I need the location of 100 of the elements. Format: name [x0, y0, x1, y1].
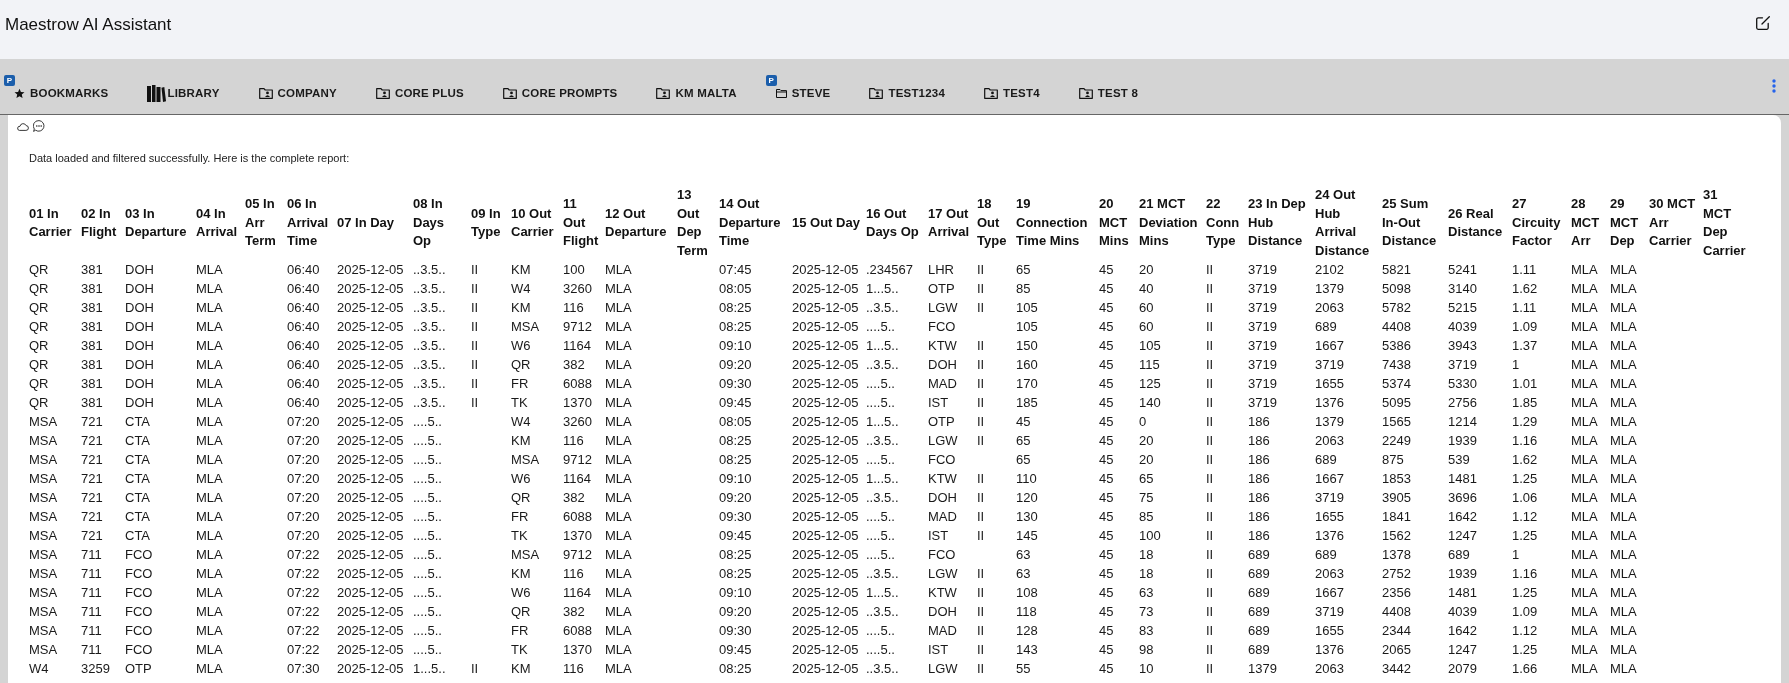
table-cell: 721 [81, 469, 125, 488]
table-cell: 3696 [1448, 488, 1512, 507]
table-cell: 130 [1016, 507, 1099, 526]
table-cell: 08:25 [719, 450, 792, 469]
tab[interactable]: COMPANY [244, 72, 362, 114]
table-cell: 85 [1016, 279, 1099, 298]
table-cell: 5215 [1448, 298, 1512, 317]
table-cell-text: MLA [1571, 546, 1599, 564]
table-cell: 09:10 [719, 583, 792, 602]
table-cell-text: MLA [1571, 660, 1599, 678]
tab[interactable]: P STEVE [761, 72, 856, 114]
table-cell-text: MLA [1610, 527, 1638, 545]
table-cell-text: CTA [125, 451, 152, 469]
table-cell-text: 2025-12-05 [337, 261, 405, 279]
table-cell: II [471, 393, 511, 412]
folder-person-icon [656, 87, 671, 99]
table-cell-text: ....5.. [413, 546, 443, 564]
table-cell-text: 381 [81, 261, 104, 279]
table-cell: 1667 [1315, 469, 1382, 488]
table-cell-text: ..3.5.. [866, 565, 900, 583]
cloud-icon[interactable] [16, 121, 29, 131]
table-cell-text: 1.66 [1512, 660, 1539, 678]
tab[interactable]: CORE PLUS [361, 72, 489, 114]
table-cell-text: MLA [1571, 432, 1599, 450]
table-cell: QR [29, 317, 81, 336]
table-cell: II [977, 602, 1016, 621]
table-cell-text: MLA [1610, 318, 1638, 336]
table-cell: 721 [81, 431, 125, 450]
table-cell: 55 [1016, 659, 1099, 678]
table-cell: 45 [1016, 412, 1099, 431]
table-cell-text: MLA [1610, 508, 1638, 526]
table-cell: 45 [1099, 431, 1139, 450]
tab[interactable]: CORE PROMPTS [488, 72, 643, 114]
table-cell: 06:40 [287, 374, 337, 393]
app-title: Maestrow AI Assistant [5, 14, 172, 36]
table-cell-text: 20 [1139, 432, 1155, 450]
more-icon[interactable] [1772, 79, 1776, 93]
tab[interactable]: TEST4 [970, 72, 1065, 114]
table-cell: 1939 [1448, 431, 1512, 450]
column-header: 13 Out Dep Term [677, 186, 719, 260]
table-cell-text: 2025-12-05 [337, 546, 405, 564]
table-cell: 08:25 [719, 545, 792, 564]
table-cell-text: 140 [1139, 394, 1162, 412]
table-cell: 3719 [1248, 374, 1315, 393]
table-cell: 721 [81, 450, 125, 469]
table-cell: II [977, 298, 1016, 317]
table-cell-text: FCO [125, 622, 154, 640]
edit-icon[interactable] [1755, 16, 1770, 31]
table-cell-text: 711 [81, 546, 103, 564]
table-cell-text: MLA [605, 527, 633, 545]
chat-bubble-icon[interactable] [33, 120, 45, 132]
table-cell: 07:20 [287, 469, 337, 488]
table-cell-text: FCO [125, 565, 154, 583]
table-cell: 3719 [1248, 393, 1315, 412]
tab[interactable]: LIBRARY [133, 72, 245, 114]
table-cell-text: 382 [563, 489, 586, 507]
table-cell: 3719 [1248, 298, 1315, 317]
table-cell-text: ..3.5.. [866, 660, 900, 678]
table-cell: 45 [1099, 564, 1139, 583]
table-cell-text: MLA [196, 356, 224, 374]
table-cell-text: ....5.. [866, 451, 896, 469]
tab[interactable]: TEST1234 [855, 72, 970, 114]
table-cell: MSA [29, 602, 81, 621]
table-cell: 689 [1248, 564, 1315, 583]
tab[interactable]: TEST 8 [1064, 72, 1163, 114]
table-cell: TK [511, 526, 563, 545]
tab[interactable]: KM MALTA [642, 72, 762, 114]
table-cell-text: MLA [1610, 413, 1638, 431]
table-cell: 07:30 [287, 659, 337, 678]
table-cell: 07:20 [287, 488, 337, 507]
folder-person-icon [375, 87, 390, 99]
tab-badge: P [4, 75, 15, 86]
table-cell: 1376 [1315, 393, 1382, 412]
table-cell-text: 381 [81, 299, 104, 317]
table-cell-text: MLA [605, 451, 633, 469]
table-cell-text: 1164 [563, 584, 592, 602]
table-cell: 105 [1016, 298, 1099, 317]
table-cell-text: 1...5.. [866, 337, 900, 355]
table-cell-text: MLA [605, 641, 633, 659]
table-cell-text: ....5.. [866, 527, 896, 545]
table-cell: 2356 [1382, 583, 1448, 602]
table-cell: 5095 [1382, 393, 1448, 412]
table-cell: 105 [1016, 317, 1099, 336]
table-cell: II [977, 621, 1016, 640]
table-cell-text: 1164 [563, 337, 592, 355]
table-cell: II [977, 564, 1016, 583]
table-cell: II [1206, 507, 1248, 526]
table-cell-text: MLA [196, 565, 224, 583]
table-cell: II [977, 507, 1016, 526]
table-cell-text: DOH [125, 394, 155, 412]
table-cell: II [1206, 526, 1248, 545]
table-cell: II [1206, 393, 1248, 412]
table-cell: 3719 [1315, 355, 1382, 374]
table-cell: MSA [29, 583, 81, 602]
table-cell-text: 63 [1139, 584, 1155, 602]
column-header: 06 In Arrival Time [287, 186, 337, 260]
tab[interactable]: P BOOKMARKS [0, 72, 134, 114]
table-cell-text: KTW [928, 584, 958, 602]
table-cell-text: MLA [196, 470, 224, 488]
table-cell: 2025-12-05 [792, 336, 866, 355]
